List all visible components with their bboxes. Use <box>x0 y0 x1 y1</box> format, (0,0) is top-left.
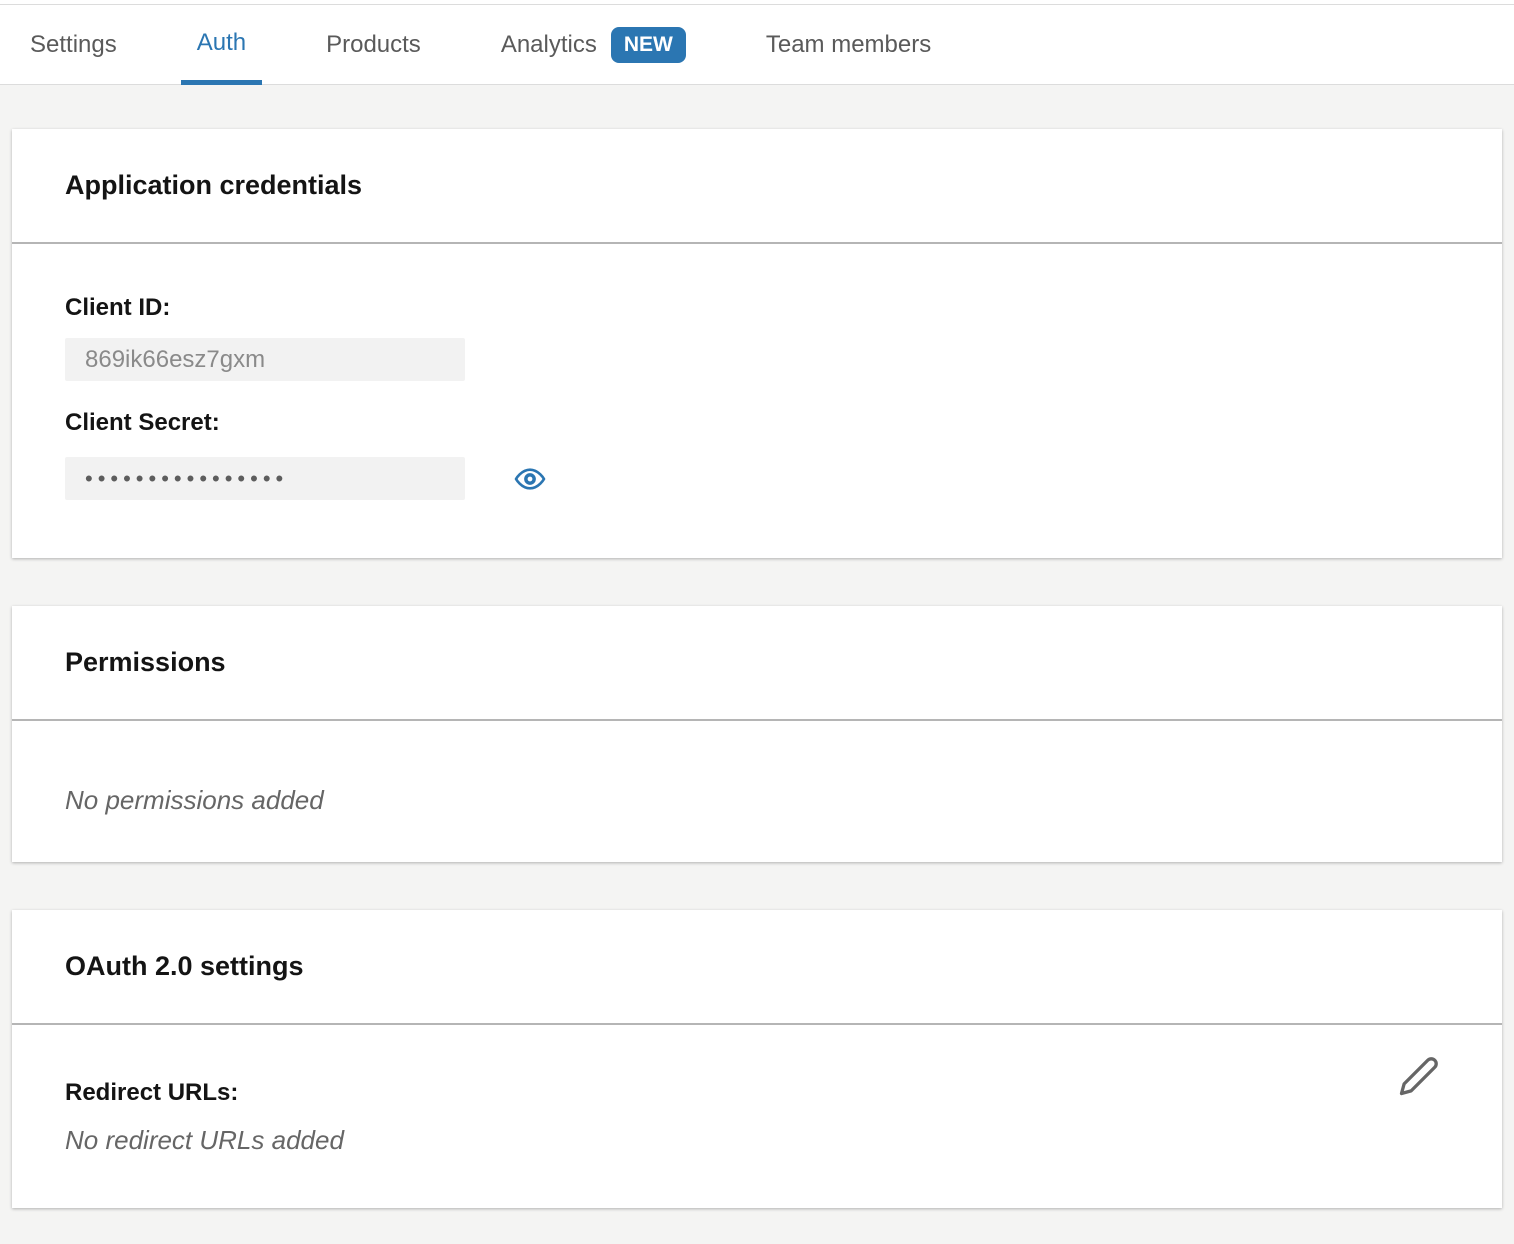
oauth-settings-header: OAuth 2.0 settings <box>12 910 1502 1025</box>
application-credentials-title: Application credentials <box>65 170 362 201</box>
tab-bar: Settings Auth Products Analytics NEW Tea… <box>0 4 1514 85</box>
tab-team-members[interactable]: Team members <box>750 5 947 85</box>
pencil-icon <box>1398 1085 1440 1100</box>
reveal-secret-button[interactable] <box>511 463 549 495</box>
tab-list: Settings Auth Products Analytics NEW Tea… <box>0 5 1514 85</box>
tab-products-label: Products <box>326 31 421 59</box>
permissions-header: Permissions <box>12 606 1502 721</box>
tab-settings[interactable]: Settings <box>14 5 133 85</box>
permissions-title: Permissions <box>65 647 226 678</box>
tab-auth-label: Auth <box>197 29 246 57</box>
tab-analytics-label: Analytics <box>501 31 597 59</box>
edit-redirect-urls-button[interactable] <box>1398 1055 1440 1097</box>
application-credentials-card: Application credentials Client ID: Clien… <box>12 129 1502 558</box>
tab-products[interactable]: Products <box>310 5 437 85</box>
permissions-empty-text: No permissions added <box>65 785 1449 816</box>
client-secret-field[interactable] <box>65 457 465 500</box>
client-id-label: Client ID: <box>65 294 1449 322</box>
permissions-card: Permissions No permissions added <box>12 606 1502 862</box>
oauth-settings-title: OAuth 2.0 settings <box>65 951 304 982</box>
client-id-field[interactable] <box>65 338 465 381</box>
client-secret-label: Client Secret: <box>65 409 1449 437</box>
tab-team-members-label: Team members <box>766 31 931 59</box>
tab-auth[interactable]: Auth <box>181 5 262 85</box>
redirect-urls-label: Redirect URLs: <box>65 1079 1449 1107</box>
oauth-settings-body: Redirect URLs: No redirect URLs added <box>12 1025 1502 1208</box>
redirect-urls-empty-text: No redirect URLs added <box>65 1125 1449 1156</box>
oauth-settings-card: OAuth 2.0 settings Redirect URLs: No red… <box>12 910 1502 1208</box>
new-badge: NEW <box>611 27 686 63</box>
tab-analytics[interactable]: Analytics NEW <box>485 5 702 85</box>
tab-settings-label: Settings <box>30 31 117 59</box>
application-credentials-body: Client ID: Client Secret: <box>12 244 1502 558</box>
client-secret-row <box>65 457 1449 500</box>
application-credentials-header: Application credentials <box>12 129 1502 244</box>
permissions-body: No permissions added <box>12 721 1502 862</box>
eye-icon <box>511 483 549 498</box>
page-content: Application credentials Client ID: Clien… <box>0 85 1514 1244</box>
